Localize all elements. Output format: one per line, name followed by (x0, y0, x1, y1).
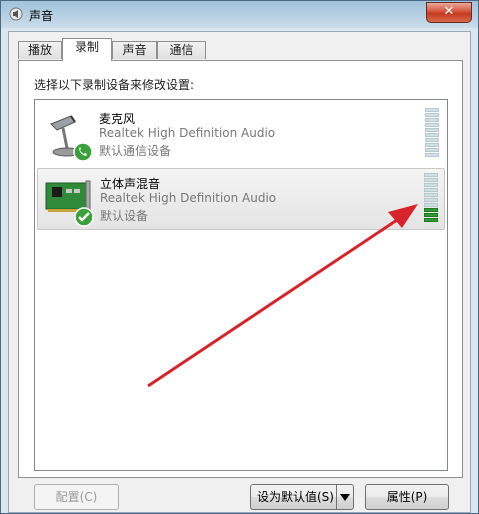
meter-segment (424, 193, 438, 197)
instruction-text: 选择以下录制设备来修改设置: (34, 78, 195, 92)
check-badge-icon (74, 207, 94, 227)
device-status: 默认设备 (100, 209, 149, 223)
meter-segment (425, 143, 439, 147)
close-button[interactable]: ✕ (426, 2, 472, 23)
meter-segment (425, 128, 439, 132)
device-name: 麦克风 (99, 112, 136, 126)
tab-playback[interactable]: 播放 (18, 41, 62, 59)
tab-recording[interactable]: 录制 (62, 38, 112, 61)
meter-segment (425, 108, 439, 112)
meter-segment (424, 213, 438, 217)
meter-segment (424, 188, 438, 192)
meter-segment (424, 178, 438, 182)
device-driver: Realtek High Definition Audio (99, 126, 276, 140)
sound-dialog-window: 声音 ✕ 播放 录制 声音 通信 选择以下录制设备来修改设置: 麦克风 Real… (0, 0, 479, 514)
device-item-microphone[interactable]: 麦克风 Realtek High Definition Audio 默认通信设备 (37, 104, 445, 166)
meter-segment (424, 218, 438, 222)
set-default-label: 设为默认值(S) (257, 490, 334, 504)
set-default-dropdown[interactable] (336, 485, 353, 509)
meter-segment (424, 183, 438, 187)
tab-communications[interactable]: 通信 (157, 41, 206, 59)
device-status: 默认通信设备 (99, 144, 172, 158)
configure-button[interactable]: 配置(C) (34, 484, 119, 510)
meter-segment (425, 133, 439, 137)
dialog-client-area: 播放 录制 声音 通信 选择以下录制设备来修改设置: 麦克风 Realtek H… (8, 31, 471, 513)
meter-segment (425, 148, 439, 152)
meter-segment (425, 153, 439, 157)
meter-segment (425, 123, 439, 127)
device-name: 立体声混音 (100, 177, 161, 191)
meter-segment (425, 113, 439, 117)
meter-segment (424, 173, 438, 177)
meter-segment (424, 208, 438, 212)
tab-sounds[interactable]: 声音 (112, 41, 157, 59)
device-driver: Realtek High Definition Audio (100, 191, 277, 205)
recording-panel: 选择以下录制设备来修改设置: 麦克风 Realtek High Definiti… (18, 60, 463, 478)
window-title: 声音 (29, 9, 54, 23)
phone-badge-icon (73, 142, 93, 162)
level-meter (425, 108, 439, 158)
set-default-button[interactable]: 设为默认值(S) (250, 484, 354, 510)
meter-segment (425, 138, 439, 142)
properties-button[interactable]: 属性(P) (365, 484, 449, 510)
device-item-stereo-mix[interactable]: 立体声混音 Realtek High Definition Audio 默认设备 (37, 168, 445, 230)
level-meter (424, 173, 438, 223)
meter-segment (424, 198, 438, 202)
meter-segment (425, 118, 439, 122)
meter-segment (424, 203, 438, 207)
speaker-icon (9, 7, 23, 21)
device-list[interactable]: 麦克风 Realtek High Definition Audio 默认通信设备 (34, 99, 448, 471)
title-bar[interactable]: 声音 ✕ (1, 1, 478, 29)
chevron-down-icon (340, 494, 350, 501)
